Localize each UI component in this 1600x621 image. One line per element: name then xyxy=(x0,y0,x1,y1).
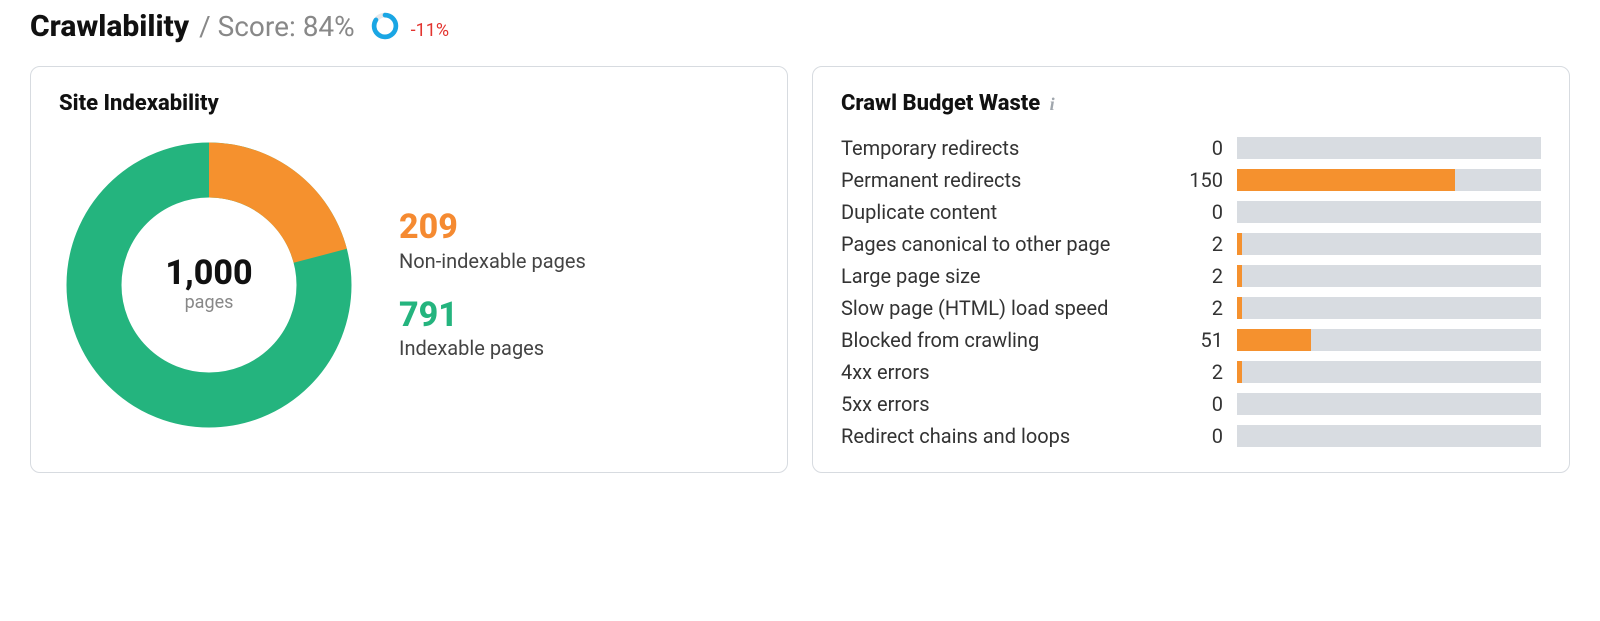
crawl-budget-row[interactable]: Pages canonical to other page 2 xyxy=(841,232,1541,256)
site-indexability-card: Site Indexability 1,000 pages 209 Non-in… xyxy=(30,66,788,473)
crawl-budget-title-text: Crawl Budget Waste xyxy=(841,91,1040,116)
crawl-budget-bar xyxy=(1237,297,1541,319)
stat-label-indexable: Indexable pages xyxy=(399,336,586,360)
crawl-budget-bar xyxy=(1237,137,1541,159)
indexability-donut[interactable]: 1,000 pages xyxy=(59,135,359,435)
crawl-budget-bar xyxy=(1237,201,1541,223)
crawl-budget-value: 150 xyxy=(1173,168,1223,192)
crawl-budget-list: Temporary redirects 0 Permanent redirects 1… xyxy=(841,136,1541,448)
crawl-budget-label: Blocked from crawling xyxy=(841,328,1159,352)
stat-label-non-indexable: Non-indexable pages xyxy=(399,249,586,273)
crawl-budget-label: Redirect chains and loops xyxy=(841,424,1159,448)
donut-total-label: pages xyxy=(185,292,234,313)
crawl-budget-value: 0 xyxy=(1173,200,1223,224)
card-title-indexability: Site Indexability xyxy=(59,91,759,116)
crawl-budget-row[interactable]: Permanent redirects 150 xyxy=(841,168,1541,192)
score-value: 84% xyxy=(303,10,355,43)
crawl-budget-value: 0 xyxy=(1173,136,1223,160)
crawl-budget-label: Duplicate content xyxy=(841,200,1159,224)
indexability-body: 1,000 pages 209 Non-indexable pages 791 … xyxy=(59,136,759,433)
crawl-budget-row[interactable]: Slow page (HTML) load speed 2 xyxy=(841,296,1541,320)
crawl-budget-row[interactable]: Duplicate content 0 xyxy=(841,200,1541,224)
crawl-budget-row[interactable]: Temporary redirects 0 xyxy=(841,136,1541,160)
crawl-budget-value: 0 xyxy=(1173,392,1223,416)
crawl-budget-label: Slow page (HTML) load speed xyxy=(841,296,1159,320)
crawl-budget-bar xyxy=(1237,425,1541,447)
score-label: / Score: 84% xyxy=(199,10,355,43)
stat-value-indexable: 791 xyxy=(399,297,586,334)
crawl-budget-label: 5xx errors xyxy=(841,392,1159,416)
donut-total: 1,000 xyxy=(165,256,252,292)
crawl-budget-value: 2 xyxy=(1173,296,1223,320)
card-title-crawl-budget: Crawl Budget Waste i xyxy=(841,91,1541,116)
crawl-budget-label: Pages canonical to other page xyxy=(841,232,1159,256)
page-title: Crawlability xyxy=(30,9,189,44)
cards-row: Site Indexability 1,000 pages 209 Non-in… xyxy=(30,66,1570,473)
crawl-budget-bar xyxy=(1237,265,1541,287)
crawl-budget-bar xyxy=(1237,329,1541,351)
crawl-budget-bar xyxy=(1237,233,1541,255)
crawl-budget-value: 2 xyxy=(1173,264,1223,288)
crawl-budget-bar xyxy=(1237,393,1541,415)
score-prefix: / Score: xyxy=(199,10,303,43)
crawl-budget-label: Temporary redirects xyxy=(841,136,1159,160)
crawl-budget-label: Permanent redirects xyxy=(841,168,1159,192)
crawl-budget-row[interactable]: 4xx errors 2 xyxy=(841,360,1541,384)
stat-value-non-indexable: 209 xyxy=(399,209,586,246)
info-icon[interactable]: i xyxy=(1050,94,1055,114)
crawl-budget-bar xyxy=(1237,169,1541,191)
crawl-budget-value: 2 xyxy=(1173,360,1223,384)
indexability-stats: 209 Non-indexable pages 791 Indexable pa… xyxy=(399,209,586,360)
crawl-budget-row[interactable]: Blocked from crawling 51 xyxy=(841,328,1541,352)
crawl-budget-row[interactable]: 5xx errors 0 xyxy=(841,392,1541,416)
crawl-budget-bar xyxy=(1237,361,1541,383)
crawl-budget-card: Crawl Budget Waste i Temporary redirects… xyxy=(812,66,1570,473)
crawl-budget-row[interactable]: Redirect chains and loops 0 xyxy=(841,424,1541,448)
score-donut-icon xyxy=(371,12,399,44)
stat-non-indexable[interactable]: 209 Non-indexable pages xyxy=(399,209,586,272)
stat-indexable[interactable]: 791 Indexable pages xyxy=(399,297,586,360)
score-delta: -11% xyxy=(411,20,449,41)
crawl-budget-label: 4xx errors xyxy=(841,360,1159,384)
crawl-budget-value: 51 xyxy=(1173,328,1223,352)
crawl-budget-row[interactable]: Large page size 2 xyxy=(841,264,1541,288)
crawl-budget-value: 0 xyxy=(1173,424,1223,448)
crawl-budget-label: Large page size xyxy=(841,264,1159,288)
page-header: Crawlability / Score: 84% -11% xyxy=(30,8,1570,44)
crawl-budget-value: 2 xyxy=(1173,232,1223,256)
